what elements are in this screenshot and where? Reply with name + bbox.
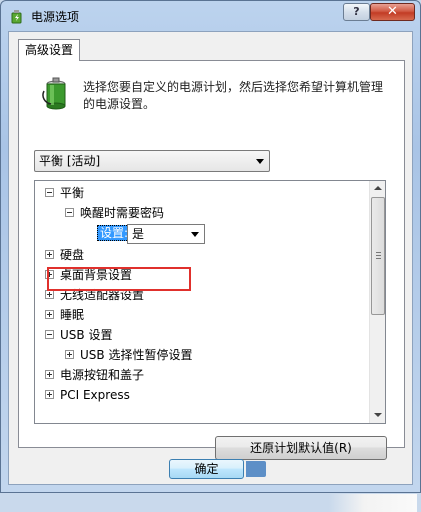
settings-tree[interactable]: 平衡 唤醒时需要密码 设置: 是 硬盘 桌面背景设置 无线适配器设置 睡眠 US…: [34, 180, 386, 424]
collapse-icon[interactable]: [65, 208, 74, 217]
tree-item-pci-express[interactable]: PCI Express: [45, 385, 130, 405]
window-title: 电源选项: [31, 10, 80, 24]
restore-defaults-button[interactable]: 还原计划默认值(R): [215, 436, 387, 460]
close-button[interactable]: ✕: [370, 3, 415, 21]
advanced-settings-panel: 选择您要自定义的电源计划，然后选择您希望计算机管理的电源设置。 平衡 [活动] …: [18, 60, 405, 460]
grip-icon: [376, 252, 381, 259]
expand-icon[interactable]: [45, 390, 54, 399]
tree-item-hard-disk[interactable]: 硬盘: [45, 245, 84, 265]
description-text: 选择您要自定义的电源计划，然后选择您希望计算机管理的电源设置。: [83, 80, 384, 111]
setting-label: 设置:: [97, 225, 132, 241]
annotation-highlight-box: [47, 267, 191, 291]
tree-item-label: 平衡: [60, 186, 85, 200]
tree-item-label: USB 设置: [60, 328, 113, 342]
tree-item-power-buttons-lid[interactable]: 电源按钮和盖子: [45, 365, 144, 385]
help-button[interactable]: ?: [343, 3, 370, 21]
collapse-icon[interactable]: [45, 330, 54, 339]
setting-value: 是: [132, 227, 145, 241]
chevron-down-icon: [191, 232, 199, 237]
ok-button-overlay: [246, 461, 266, 477]
tree-item-label: 硬盘: [60, 248, 85, 262]
expand-icon[interactable]: [65, 350, 74, 359]
tree-item-label: PCI Express: [60, 388, 130, 402]
tree-item-balanced[interactable]: 平衡: [45, 183, 84, 203]
scrollbar-thumb[interactable]: [371, 197, 385, 315]
tree-item-label: 睡眠: [60, 308, 85, 322]
tree-item-label: 电源按钮和盖子: [60, 368, 145, 382]
title-bar: 电源选项 ? ✕: [1, 1, 420, 31]
collapse-icon[interactable]: [45, 188, 54, 197]
tree-item-label: USB 选择性暂停设置: [80, 348, 193, 362]
expand-icon[interactable]: [45, 250, 54, 259]
tree-item-label: 唤醒时需要密码: [80, 206, 165, 220]
tree-item-usb-settings[interactable]: USB 设置: [45, 325, 112, 345]
power-plan-value: 平衡 [活动]: [39, 154, 101, 168]
power-plan-dropdown[interactable]: 平衡 [活动]: [34, 150, 270, 172]
expand-icon[interactable]: [45, 290, 54, 299]
chevron-down-icon: [256, 159, 264, 164]
watermark-overlay: [329, 494, 417, 512]
tree-scrollbar[interactable]: [369, 181, 385, 423]
expand-icon[interactable]: [45, 310, 54, 319]
scroll-up-icon[interactable]: [370, 181, 385, 197]
setting-value-dropdown[interactable]: 是: [127, 224, 205, 244]
tab-advanced-settings[interactable]: 高级设置: [18, 39, 80, 61]
tree-item-wake-password[interactable]: 唤醒时需要密码: [65, 203, 164, 223]
dialog-body: 高级设置 选择您要自定义的电源计划，然后选择您希望计算机管理的电源设置。 平衡 …: [8, 31, 417, 512]
expand-icon[interactable]: [45, 370, 54, 379]
power-options-window: 电源选项 ? ✕ 高级设置 选择您要自定义的电源计划，然后选择您希望计算机管理的…: [0, 0, 421, 512]
power-options-icon: [11, 10, 22, 24]
battery-power-icon: [42, 77, 66, 110]
tree-item-setting-value: 设置: 是: [97, 223, 277, 244]
ok-button[interactable]: 确定: [169, 459, 244, 479]
scroll-down-icon[interactable]: [370, 407, 385, 423]
tree-item-usb-selective-suspend[interactable]: USB 选择性暂停设置: [65, 345, 192, 365]
tree-item-sleep[interactable]: 睡眠: [45, 305, 84, 325]
